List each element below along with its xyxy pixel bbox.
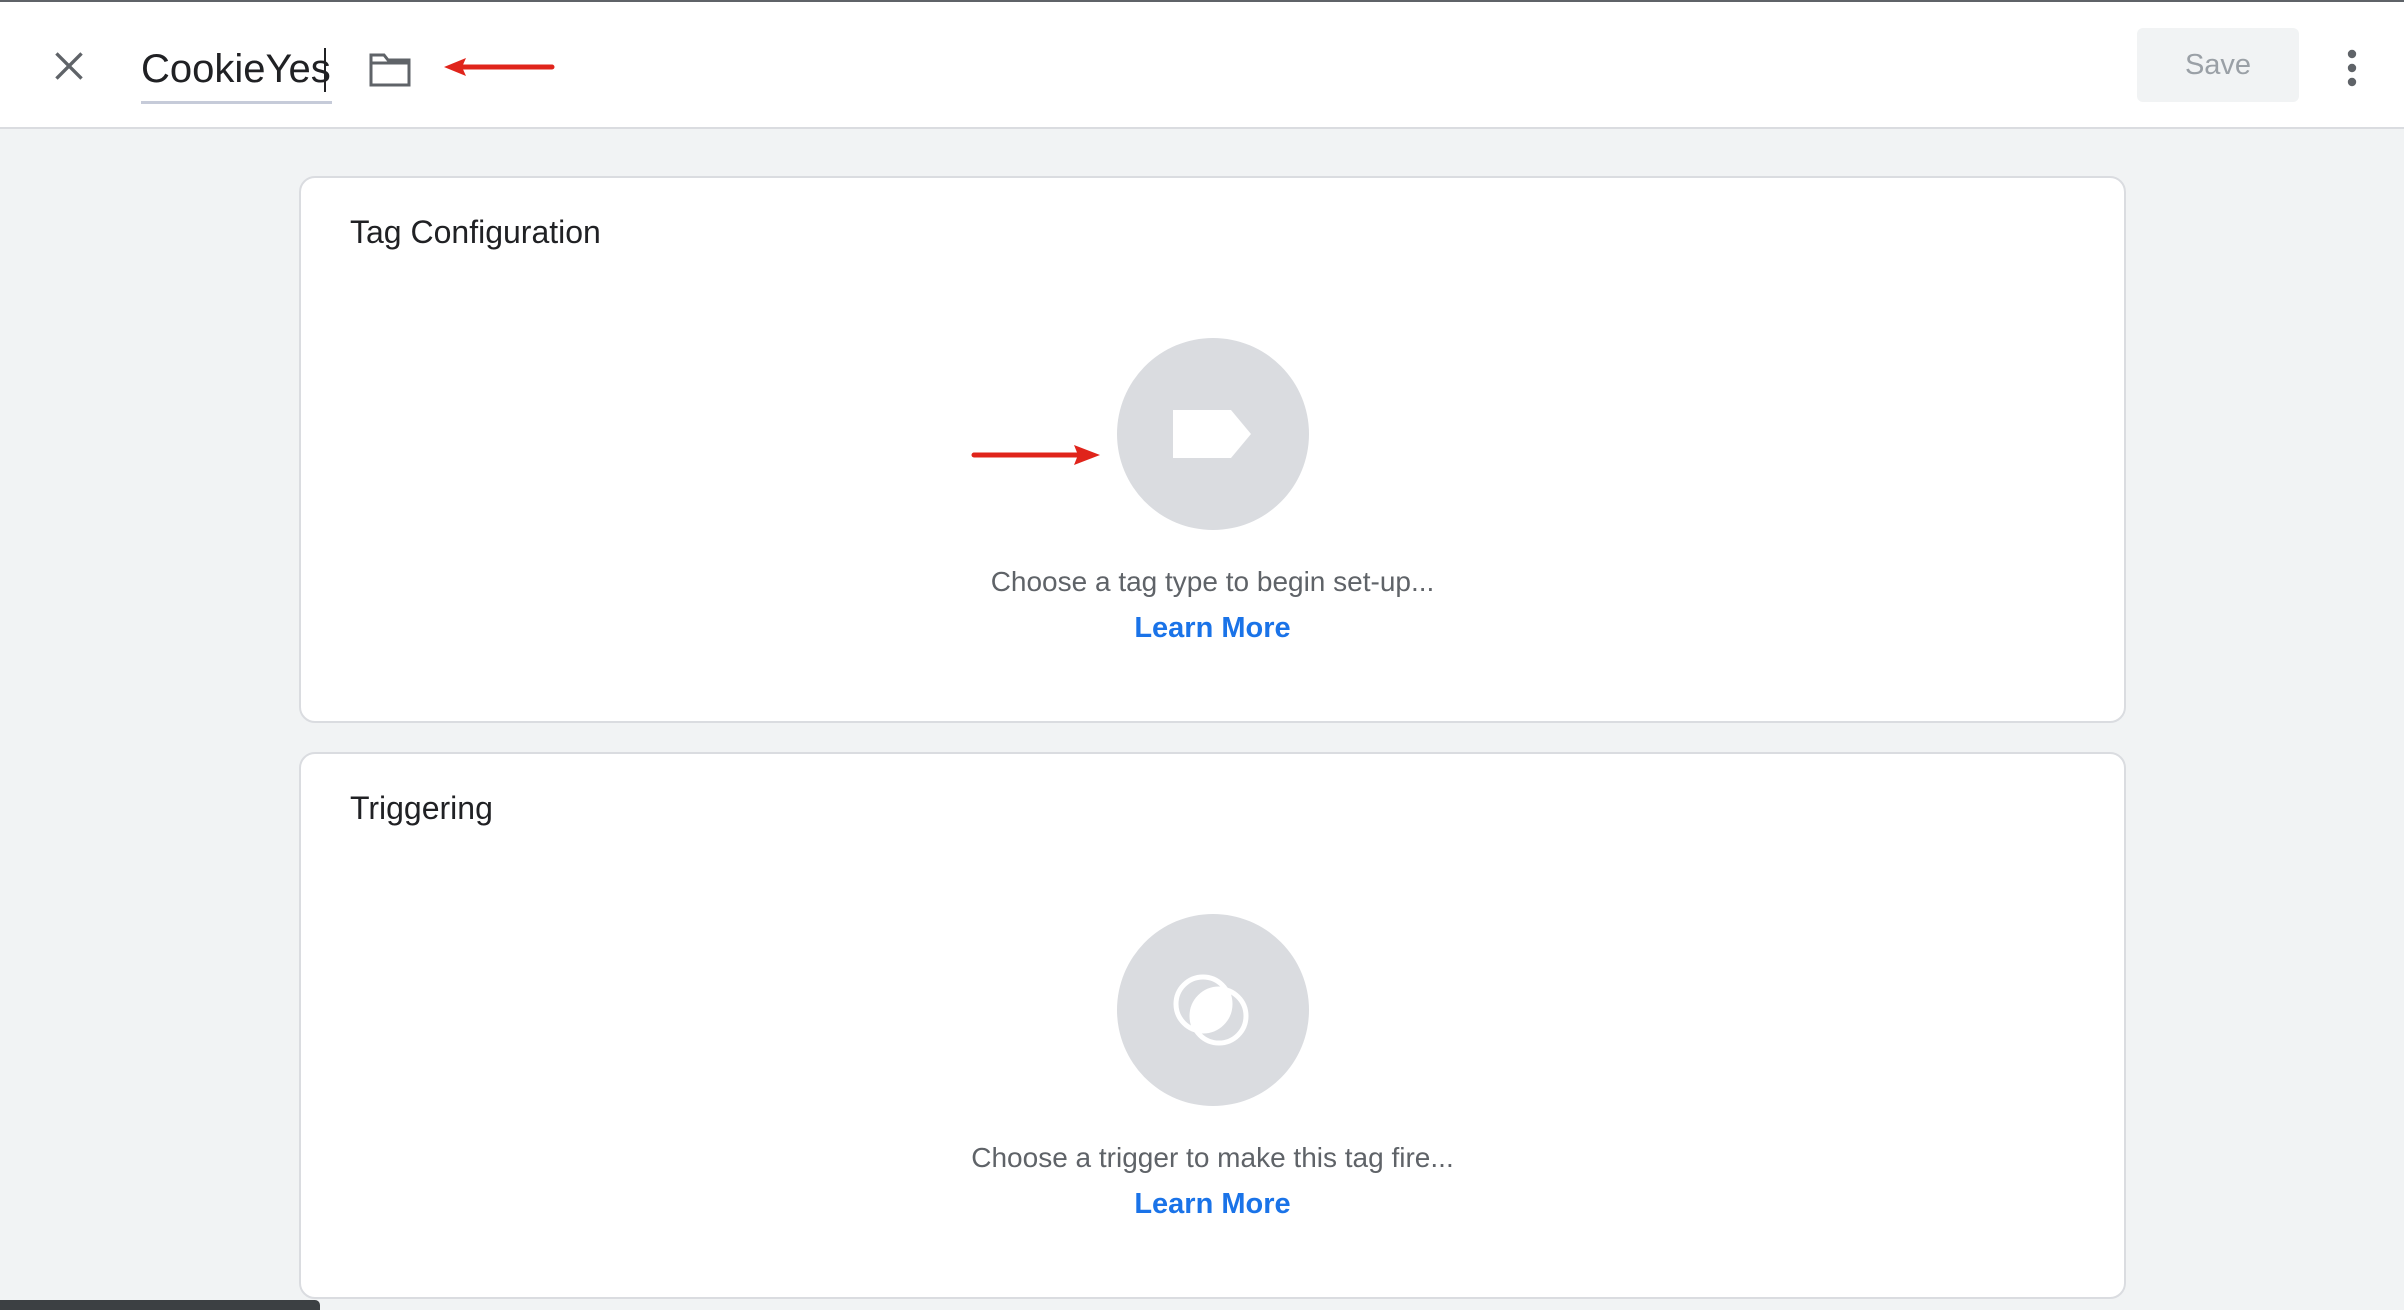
tag-name-input[interactable] bbox=[141, 47, 331, 92]
annotation-arrow-right bbox=[971, 445, 1100, 465]
tag-name-field[interactable] bbox=[141, 38, 332, 104]
tag-configuration-title: Tag Configuration bbox=[350, 214, 601, 250]
tag-icon bbox=[1173, 410, 1251, 458]
choose-tag-type-button[interactable] bbox=[1117, 338, 1309, 530]
triggering-card: Triggering Choose a trigger to make this… bbox=[299, 752, 2126, 1299]
editor-header: Save bbox=[0, 0, 2404, 129]
tag-configuration-card: Tag Configuration Choose a tag type to b… bbox=[299, 176, 2126, 723]
trigger-icon bbox=[1173, 974, 1249, 1046]
triggering-title: Triggering bbox=[350, 790, 493, 826]
folder-icon bbox=[369, 53, 411, 87]
close-button[interactable] bbox=[42, 39, 96, 93]
save-button[interactable]: Save bbox=[2137, 28, 2299, 102]
more-vertical-icon bbox=[2347, 49, 2357, 87]
text-caret bbox=[324, 47, 326, 92]
bottom-progress-bar bbox=[0, 1300, 320, 1310]
tag-type-hint: Choose a tag type to begin set-up... bbox=[990, 566, 1435, 597]
more-options-button[interactable] bbox=[2332, 42, 2372, 94]
trigger-learn-more-label[interactable]: Learn More bbox=[1134, 1188, 1290, 1220]
tag-learn-more-label[interactable]: Learn More bbox=[1134, 612, 1290, 644]
folder-button[interactable] bbox=[362, 42, 418, 98]
trigger-learn-more-link[interactable]: Learn More bbox=[301, 1188, 2124, 1221]
choose-trigger-button[interactable] bbox=[1117, 914, 1309, 1106]
tag-editor-page: Save Tag Configuration Choose a tag type… bbox=[0, 0, 2404, 1310]
annotation-arrow-left bbox=[444, 58, 555, 76]
close-icon bbox=[55, 52, 83, 80]
trigger-hint: Choose a trigger to make this tag fire..… bbox=[971, 1142, 1454, 1173]
tag-learn-more-link[interactable]: Learn More bbox=[301, 612, 2124, 645]
